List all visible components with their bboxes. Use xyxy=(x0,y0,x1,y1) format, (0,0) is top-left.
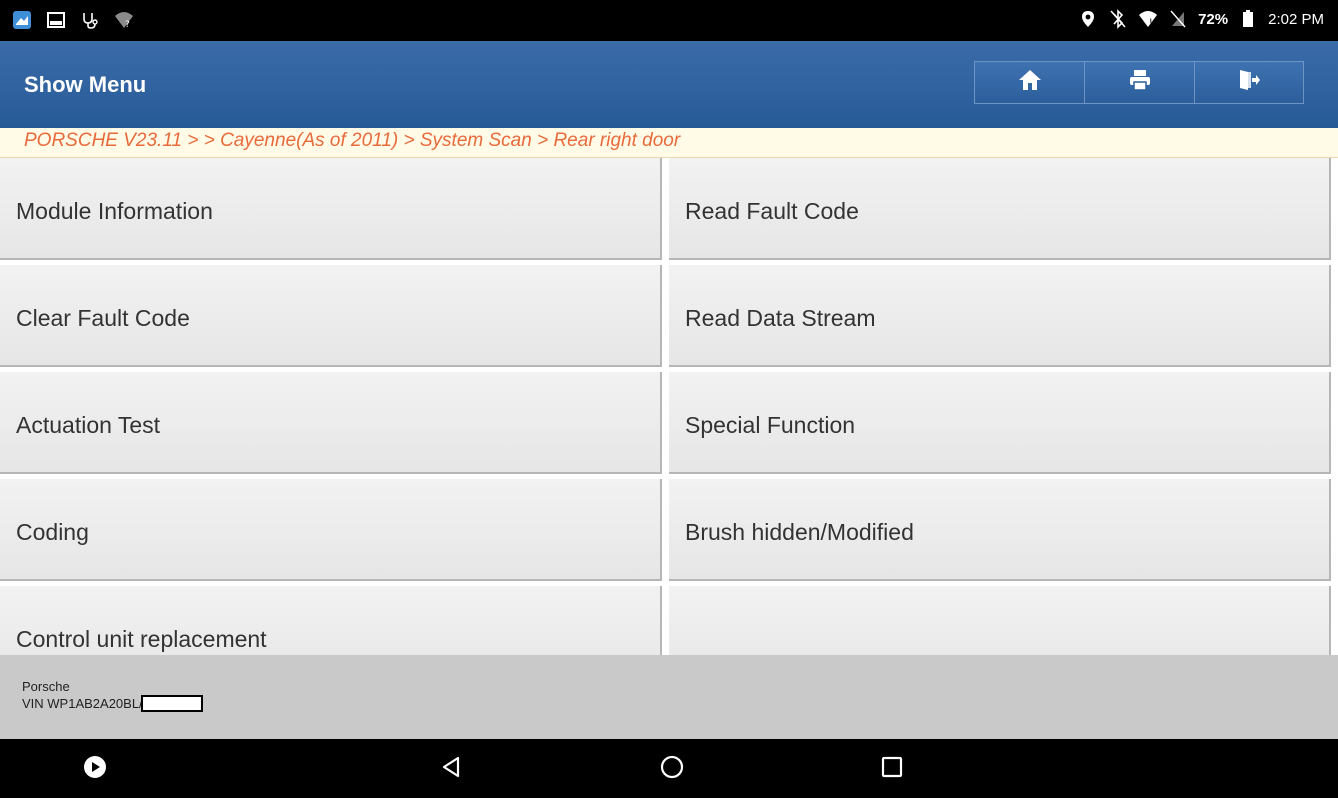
menu-item-label: Brush hidden/Modified xyxy=(685,519,914,545)
menu-item-module-information[interactable]: Module Information xyxy=(0,158,662,260)
menu-item-label: Coding xyxy=(16,519,89,545)
menu-item-read-data-stream[interactable]: Read Data Stream xyxy=(669,265,1331,367)
menu-item-read-fault-code[interactable]: Read Fault Code xyxy=(669,158,1331,260)
location-icon xyxy=(1078,9,1098,29)
menu-item-label: Control unit replacement xyxy=(16,626,267,652)
exit-icon xyxy=(1238,69,1260,96)
app-bar-actions xyxy=(974,61,1304,104)
menu-item-label: Read Fault Code xyxy=(685,198,859,224)
menu-item-coding[interactable]: Coding xyxy=(0,479,662,581)
menu-item-label: Read Data Stream xyxy=(685,305,876,331)
menu-item-special-function[interactable]: Special Function xyxy=(669,372,1331,474)
system-nav-bar xyxy=(0,739,1338,798)
svg-text:?: ? xyxy=(125,20,130,29)
function-menu: Module Information Read Fault Code Clear… xyxy=(0,158,1338,655)
app-icon xyxy=(12,10,32,30)
battery-percent: 72% xyxy=(1198,10,1229,28)
vehicle-info-bar: Porsche VIN WP1AB2A20BL/ xyxy=(0,655,1338,739)
play-icon xyxy=(83,755,107,784)
menu-item-label: Module Information xyxy=(16,198,213,224)
svg-text:!: ! xyxy=(1149,18,1153,28)
menu-item-brush-hidden-modified[interactable]: Brush hidden/Modified xyxy=(669,479,1331,581)
image-icon xyxy=(46,10,66,30)
home-button[interactable] xyxy=(974,61,1084,104)
back-icon xyxy=(440,755,462,784)
home-icon xyxy=(1018,69,1042,96)
no-sim-icon xyxy=(1168,9,1188,29)
stethoscope-icon xyxy=(80,10,100,30)
menu-item-empty xyxy=(669,586,1331,655)
menu-item-control-unit-replacement[interactable]: Control unit replacement xyxy=(0,586,662,655)
menu-item-label: Actuation Test xyxy=(16,412,161,438)
home-nav-button[interactable] xyxy=(658,755,686,783)
status-bar: ? ! 72% 2:02 PM xyxy=(0,0,1338,41)
vehicle-make: Porsche xyxy=(22,679,70,694)
clock: 2:02 PM xyxy=(1268,10,1324,28)
print-icon xyxy=(1129,69,1151,96)
battery-icon xyxy=(1238,9,1258,29)
wifi-icon: ! xyxy=(1138,9,1158,29)
breadcrumb: PORSCHE V23.11 > > Cayenne(As of 2011) >… xyxy=(0,128,1338,158)
play-button[interactable] xyxy=(81,755,109,783)
menu-item-clear-fault-code[interactable]: Clear Fault Code xyxy=(0,265,662,367)
print-button[interactable] xyxy=(1084,61,1194,104)
back-button[interactable] xyxy=(437,755,465,783)
vin-redaction xyxy=(140,695,203,712)
page-title: Show Menu xyxy=(24,72,147,97)
bluetooth-off-icon xyxy=(1108,9,1128,29)
home-circle-icon xyxy=(660,755,684,784)
app-bar: Show Menu xyxy=(0,41,1338,128)
menu-item-label: Clear Fault Code xyxy=(16,305,190,331)
vehicle-vin: VIN WP1AB2A20BL/ xyxy=(22,695,203,712)
vin-text: VIN WP1AB2A20BL/ xyxy=(22,696,143,711)
recents-icon xyxy=(881,756,903,783)
exit-button[interactable] xyxy=(1194,61,1304,104)
wifi-question-icon: ? xyxy=(114,10,134,30)
recents-button[interactable] xyxy=(878,755,906,783)
menu-item-label: Special Function xyxy=(685,412,856,438)
menu-item-actuation-test[interactable]: Actuation Test xyxy=(0,372,662,474)
